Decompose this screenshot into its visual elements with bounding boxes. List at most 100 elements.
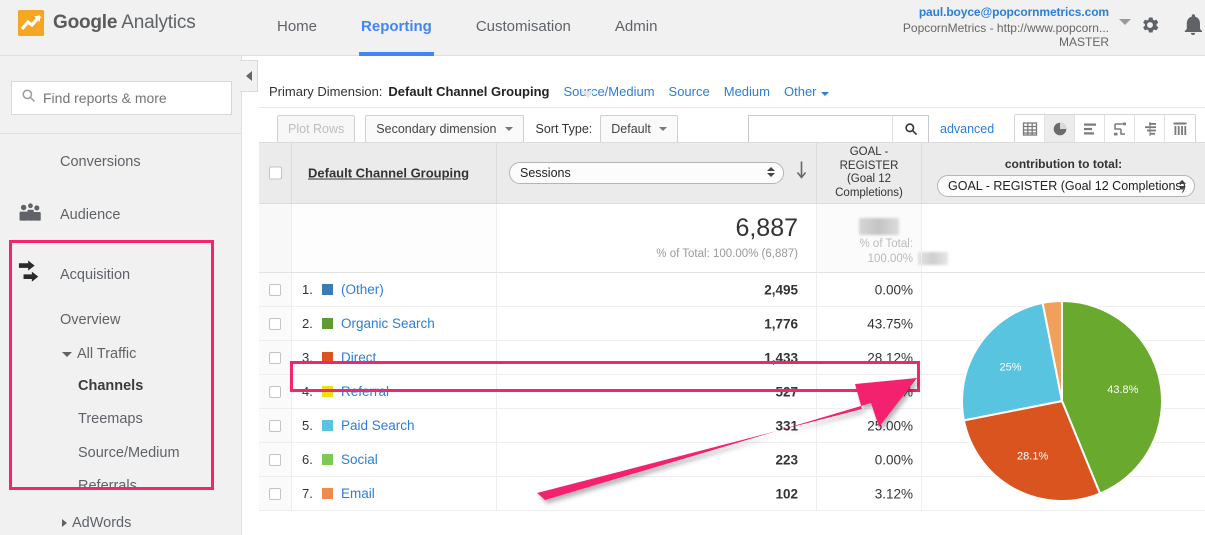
sidebar-item-label: Acquisition [60, 267, 131, 283]
table-search-button[interactable] [892, 116, 928, 142]
row-index: 7. [302, 486, 313, 501]
row-sessions-value: 331 [775, 418, 798, 433]
chevron-down-icon[interactable] [1119, 19, 1131, 25]
primary-dimension-source[interactable]: Source [669, 84, 710, 99]
gear-icon[interactable] [1139, 14, 1161, 41]
sort-descending-arrow-icon[interactable] [795, 161, 808, 186]
metric-select[interactable]: Sessions [509, 162, 784, 184]
row-goal-value: 3.12% [874, 486, 913, 501]
row-checkbox[interactable] [269, 487, 281, 500]
row-checkbox[interactable] [269, 283, 281, 296]
sort-type-button[interactable]: Default [600, 114, 678, 143]
bell-icon[interactable] [1181, 13, 1205, 42]
select-all-checkbox[interactable] [269, 166, 282, 180]
row-sessions-value: 1,776 [764, 316, 798, 331]
triangle-right-icon[interactable] [62, 519, 67, 527]
pivot-view-icon[interactable] [1165, 115, 1195, 142]
nav-admin[interactable]: Admin [593, 0, 680, 56]
chevron-down-icon [658, 126, 667, 131]
row-checkbox-cell [259, 307, 291, 340]
sidebar-item-adwords[interactable]: AdWords [0, 504, 242, 535]
row-sessions-value: 2,495 [764, 282, 798, 297]
row-goal-value: 0.00% [874, 452, 913, 467]
row-dimension-cell: 4. Referral [291, 375, 496, 408]
pie-chart-svg[interactable]: 43.8% 28.1% 25% [921, 273, 1205, 535]
triangle-down-icon[interactable] [62, 351, 72, 357]
sidebar-item-label: Audience [60, 207, 121, 223]
sidebar-item-referrals[interactable]: Referrals [0, 467, 242, 505]
nav-home[interactable]: Home [255, 0, 339, 56]
nav-reporting[interactable]: Reporting [339, 0, 454, 56]
totals-goal-subtext-line2: 100.00% [867, 253, 913, 265]
row-goal-cell: 0.00% [816, 273, 921, 306]
sidebar-item-overview[interactable]: Overview [0, 301, 242, 339]
row-channel-name[interactable]: Paid Search [341, 418, 415, 433]
row-checkbox[interactable] [269, 351, 281, 364]
row-goal-cell: 0.00% [816, 443, 921, 476]
brand-google: Google [53, 12, 118, 33]
report-content: Primary Dimension: Default Channel Group… [259, 56, 1205, 535]
row-channel-name[interactable]: Email [341, 486, 375, 501]
account-selector[interactable]: paul.boyce@popcornmetrics.com PopcornMet… [809, 5, 1131, 49]
nav-customisation[interactable]: Customisation [454, 0, 593, 56]
search-reports-input[interactable] [43, 90, 213, 106]
bar-chart-view-icon[interactable] [1075, 115, 1105, 142]
row-checkbox-cell [259, 375, 291, 408]
sidebar-item-audience[interactable]: Audience [0, 196, 242, 234]
comparison-view-icon[interactable] [1135, 115, 1165, 142]
plot-rows-button[interactable]: Plot Rows [277, 114, 356, 143]
audience-people-icon [16, 203, 44, 228]
account-email: paul.boyce@popcornmetrics.com [918, 5, 1109, 19]
sidebar-item-label: Overview [60, 312, 121, 328]
row-goal-value: 0.00% [874, 282, 913, 297]
row-checkbox[interactable] [269, 385, 281, 398]
row-checkbox[interactable] [269, 419, 281, 432]
dimension-header-label[interactable]: Default Channel Grouping [308, 166, 469, 181]
column-header-metric: Sessions [496, 143, 816, 203]
primary-dimension-medium[interactable]: Medium [724, 84, 770, 99]
table-search-box[interactable] [748, 115, 929, 143]
brand-analytics: Analytics [117, 12, 196, 33]
row-goal-value: 25.00% [867, 418, 913, 433]
sidebar-item-conversions[interactable]: Conversions [0, 143, 242, 181]
row-dimension-cell: 1. (Other) [291, 273, 496, 306]
row-goal-cell: 43.75% [816, 307, 921, 340]
redacted-goal-total-value [859, 218, 899, 235]
search-reports-box[interactable] [11, 81, 232, 115]
table-view-icon[interactable] [1015, 115, 1045, 142]
row-dimension-cell: 2. Organic Search [291, 307, 496, 340]
account-property: PopcornMetrics - http://www.popcorn... [902, 21, 1109, 35]
sidebar-item-acquisition[interactable]: Acquisition [0, 256, 242, 294]
pie-chart-view-icon[interactable] [1045, 115, 1075, 142]
row-color-swatch [322, 454, 333, 465]
row-channel-name[interactable]: Organic Search [341, 316, 435, 331]
row-index: 6. [302, 452, 313, 467]
row-sessions-cell: 1,776 [496, 307, 816, 340]
brand-text: Google Analytics [53, 12, 196, 34]
row-checkbox[interactable] [269, 453, 281, 466]
goal-header-text: GOAL - REGISTER (Goal 12 Completions) [817, 146, 921, 200]
advanced-filter-link[interactable]: advanced [940, 122, 994, 136]
primary-dimension-source-medium[interactable]: Source/Medium [563, 84, 654, 99]
row-channel-name[interactable]: Referral [341, 384, 389, 399]
row-index: 2. [302, 316, 313, 331]
goal-header-line-3: (Goal 12 [846, 173, 892, 185]
totals-sessions-cell: 6,887 % of Total: 100.00% (6,887) [496, 204, 816, 272]
chevron-down-icon [820, 91, 829, 96]
sidebar-item-treemaps[interactable]: Treemaps [0, 400, 242, 438]
primary-dimension-other[interactable]: Other [784, 84, 829, 99]
table-search-input[interactable] [749, 122, 892, 136]
secondary-dimension-button[interactable]: Secondary dimension [365, 114, 524, 143]
performance-view-icon[interactable] [1105, 115, 1135, 142]
row-sessions-value: 223 [775, 452, 798, 467]
row-sessions-cell: 527 [496, 375, 816, 408]
row-channel-name[interactable]: Direct [341, 350, 376, 365]
row-checkbox[interactable] [269, 317, 281, 330]
primary-dimension-current[interactable]: Default Channel Grouping [388, 84, 549, 99]
totals-goal-cell: % of Total: 100.00% [816, 204, 948, 272]
contribution-metric-select[interactable]: GOAL - REGISTER (Goal 12 Completions) [937, 175, 1195, 197]
brand[interactable]: Google Analytics [18, 10, 196, 36]
row-channel-name[interactable]: (Other) [341, 282, 384, 297]
sidebar-collapse-button[interactable] [240, 60, 258, 92]
row-channel-name[interactable]: Social [341, 452, 378, 467]
